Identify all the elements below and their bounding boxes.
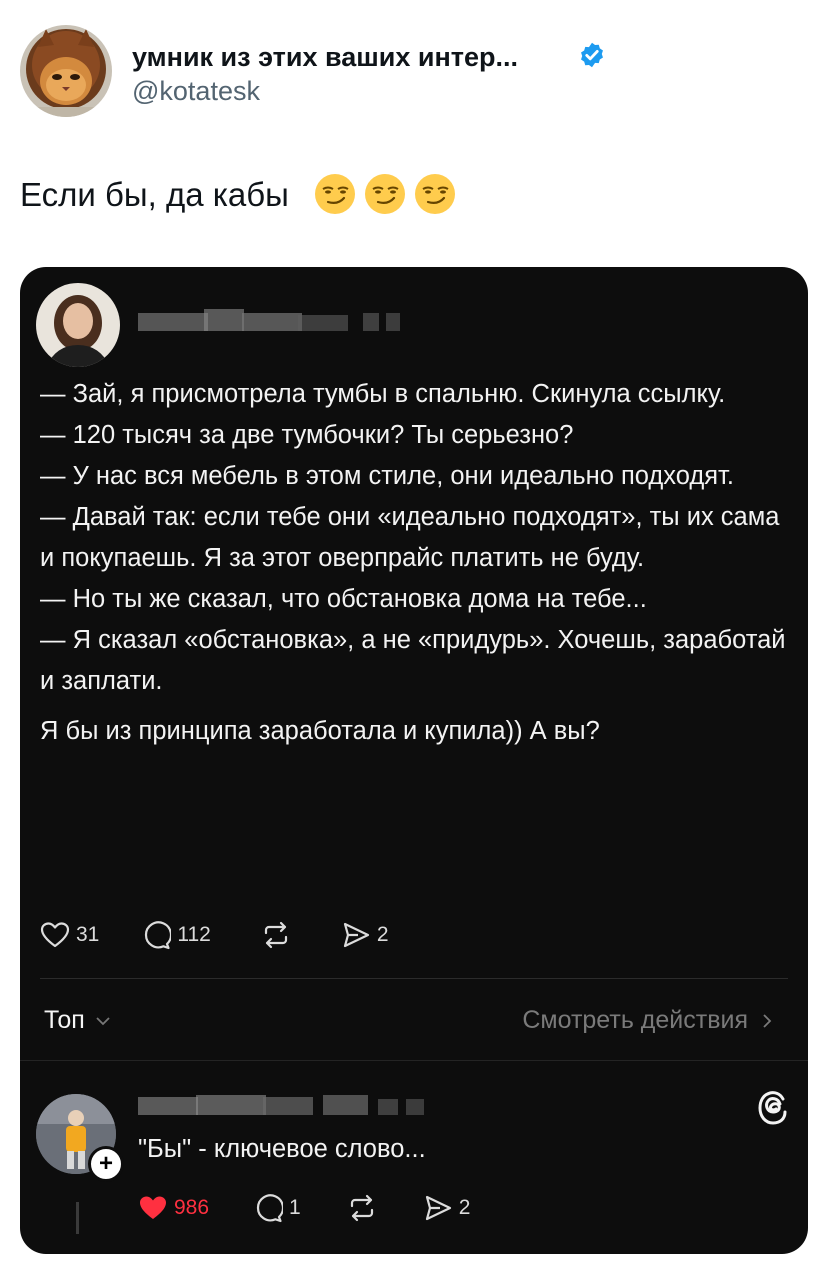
view-activity-link[interactable]: Смотреть действия: [522, 1006, 772, 1035]
comment-icon: [256, 1194, 284, 1223]
post-text: — Зай, я присмотрела тумбы в спальню. Ск…: [40, 374, 800, 752]
reply-text: "Бы" - ключевое слово...: [138, 1135, 426, 1163]
dialogue-line: — Но ты же сказал, что обстановка дома н…: [40, 585, 647, 613]
dialogue-line: — У нас вся мебель в этом стиле, они иде…: [40, 462, 734, 490]
repost-button[interactable]: [261, 920, 291, 950]
comment-button[interactable]: 112: [141, 920, 211, 950]
share-button[interactable]: 2: [341, 920, 389, 950]
dialogue-line: — Давай так: если тебе они «идеально под…: [40, 503, 780, 572]
view-activity-label: Смотреть действия: [522, 1006, 748, 1034]
threads-logo-icon: [758, 1091, 787, 1125]
smirking-face-icon: [415, 174, 455, 214]
tweet-emojis: [313, 172, 457, 218]
smirking-face-icon: [315, 174, 355, 214]
dialogue-line: — Я сказал «обстановка», а не «придурь».…: [40, 626, 786, 695]
post-question: Я бы из принципа заработала и купила)) А…: [40, 717, 600, 745]
comment-icon: [145, 921, 172, 950]
author-handle[interactable]: @kotatesk: [132, 76, 260, 107]
repost-icon: [350, 1194, 373, 1222]
heart-icon: [40, 922, 70, 948]
share-button[interactable]: 2: [423, 1193, 471, 1223]
divider: [20, 1060, 808, 1061]
sort-dropdown[interactable]: Топ: [44, 1006, 111, 1035]
share-count: 2: [458, 1196, 471, 1219]
share-count: 2: [376, 923, 389, 946]
post-actions: 31 112 2: [40, 917, 389, 953]
chevron-down-icon: [96, 1016, 110, 1025]
send-icon: [343, 922, 369, 948]
follow-plus-button[interactable]: +: [88, 1146, 124, 1182]
blurred-reply-author-name: [138, 1095, 424, 1115]
repost-button[interactable]: [347, 1193, 377, 1223]
comment-button[interactable]: 1: [253, 1193, 301, 1223]
comment-count: 112: [177, 923, 211, 946]
tweet-text: Если бы, да кабы: [20, 176, 289, 213]
divider: [40, 978, 788, 979]
author-name[interactable]: умник из этих ваших интер...: [132, 42, 518, 73]
heart-filled-icon: [140, 1196, 166, 1219]
send-icon: [425, 1195, 451, 1221]
chevron-right-icon: [763, 1013, 772, 1028]
like-button[interactable]: 986: [138, 1194, 209, 1222]
repost-icon: [264, 921, 287, 949]
comment-count: 1: [289, 1196, 301, 1219]
thread-line: [76, 1202, 79, 1234]
like-button[interactable]: 31: [40, 921, 99, 949]
embedded-threads-screenshot[interactable]: — Зай, я присмотрела тумбы в спальню. Ск…: [20, 267, 808, 1254]
smirking-face-icon: [365, 174, 405, 214]
verified-badge-icon: [581, 42, 603, 68]
post-author-avatar[interactable]: [36, 283, 120, 367]
dialogue-line: — 120 тысяч за две тумбочки? Ты серьезно…: [40, 421, 574, 449]
sort-label: Топ: [44, 1006, 85, 1034]
blurred-author-name: [138, 309, 400, 331]
dialogue-line: — Зай, я присмотрела тумбы в спальню. Ск…: [40, 380, 726, 408]
like-count: 986: [174, 1196, 210, 1219]
author-avatar[interactable]: [20, 25, 112, 117]
like-count: 31: [76, 923, 100, 946]
reply-actions: 986 1 2: [138, 1190, 470, 1226]
